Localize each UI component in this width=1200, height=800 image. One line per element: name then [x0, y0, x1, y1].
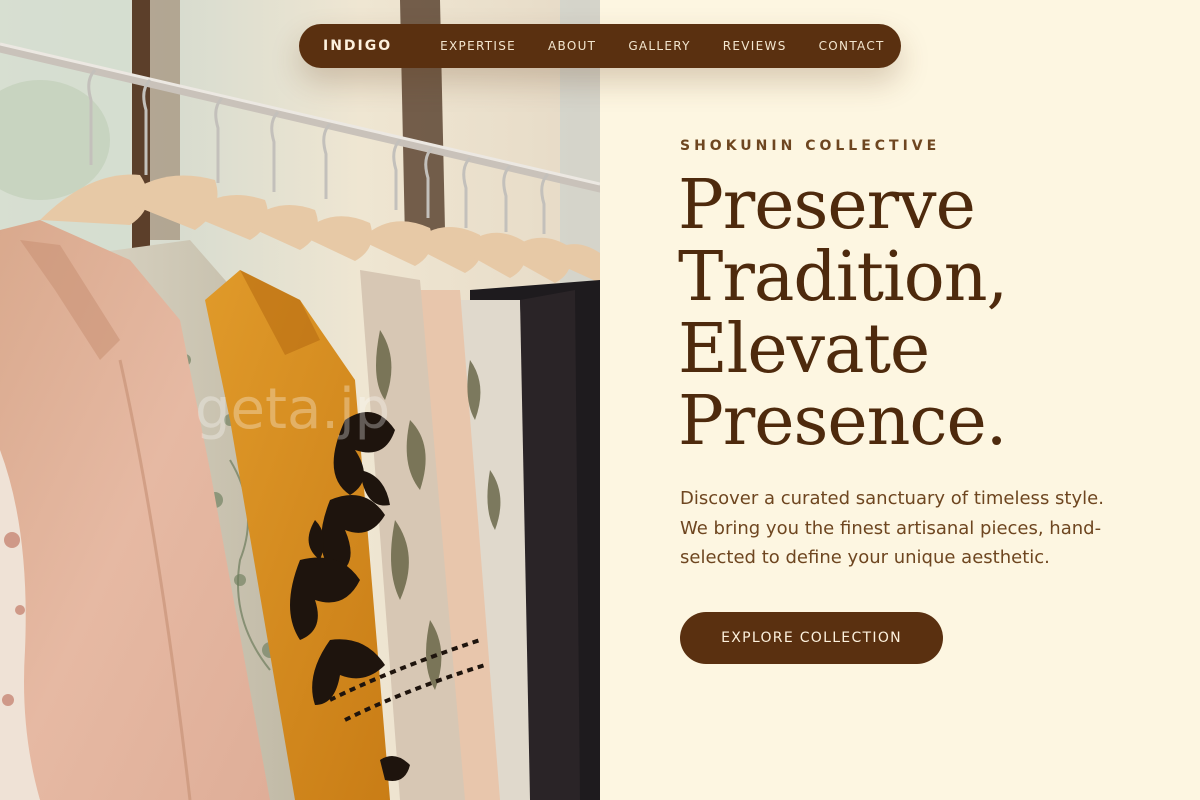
- nav-link-expertise[interactable]: EXPERTISE: [440, 39, 516, 53]
- nav-link-reviews[interactable]: REVIEWS: [723, 39, 787, 53]
- headline-line-4: Presence.: [678, 382, 1007, 461]
- headline-line-1: Preserve: [678, 166, 976, 245]
- headline-line-3: Elevate: [678, 310, 930, 389]
- headline-line-2: Tradition,: [678, 238, 1008, 317]
- explore-collection-button[interactable]: EXPLORE COLLECTION: [680, 612, 943, 664]
- hero-description: Discover a curated sanctuary of timeless…: [680, 488, 1104, 568]
- nav-link-about[interactable]: ABOUT: [548, 39, 596, 53]
- top-navigation: INDIGO EXPERTISE ABOUT GALLERY REVIEWS C…: [299, 24, 901, 68]
- brand-logo[interactable]: INDIGO: [323, 38, 392, 54]
- hero-eyebrow: SHOKUNIN COLLECTIVE: [680, 138, 941, 154]
- nav-link-contact[interactable]: CONTACT: [819, 39, 885, 53]
- nav-link-gallery[interactable]: GALLERY: [628, 39, 690, 53]
- hero-photo-clothing-rack: geta.jp: [0, 0, 600, 800]
- hero-headline: Preserve Tradition, Elevate Presence.: [678, 166, 1008, 461]
- watermark-text: geta.jp: [195, 377, 390, 442]
